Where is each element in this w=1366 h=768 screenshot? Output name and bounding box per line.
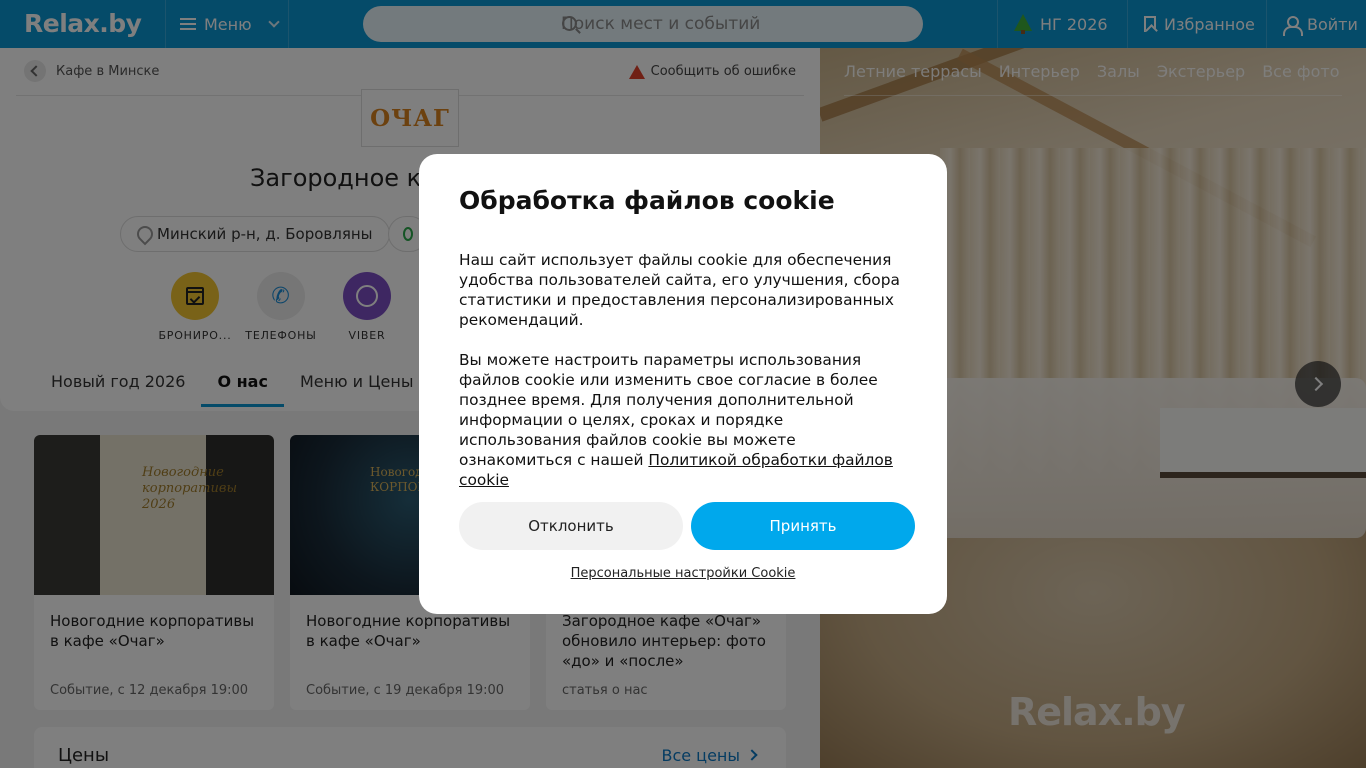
cookie-modal-text: Наш сайт использует файлы cookie для обе… [459,250,909,490]
decline-button[interactable]: Отклонить [459,502,683,550]
cookie-modal-title: Обработка файлов cookie [459,186,835,215]
cookie-paragraph-1: Наш сайт использует файлы cookie для обе… [459,251,900,329]
accept-button[interactable]: Принять [691,502,915,550]
cookie-paragraph-2: Вы можете настроить параметры использова… [459,350,909,490]
cookie-settings-link[interactable]: Персональные настройки Cookie [419,566,947,581]
cookie-modal: Обработка файлов cookie Наш сайт использ… [419,154,947,614]
